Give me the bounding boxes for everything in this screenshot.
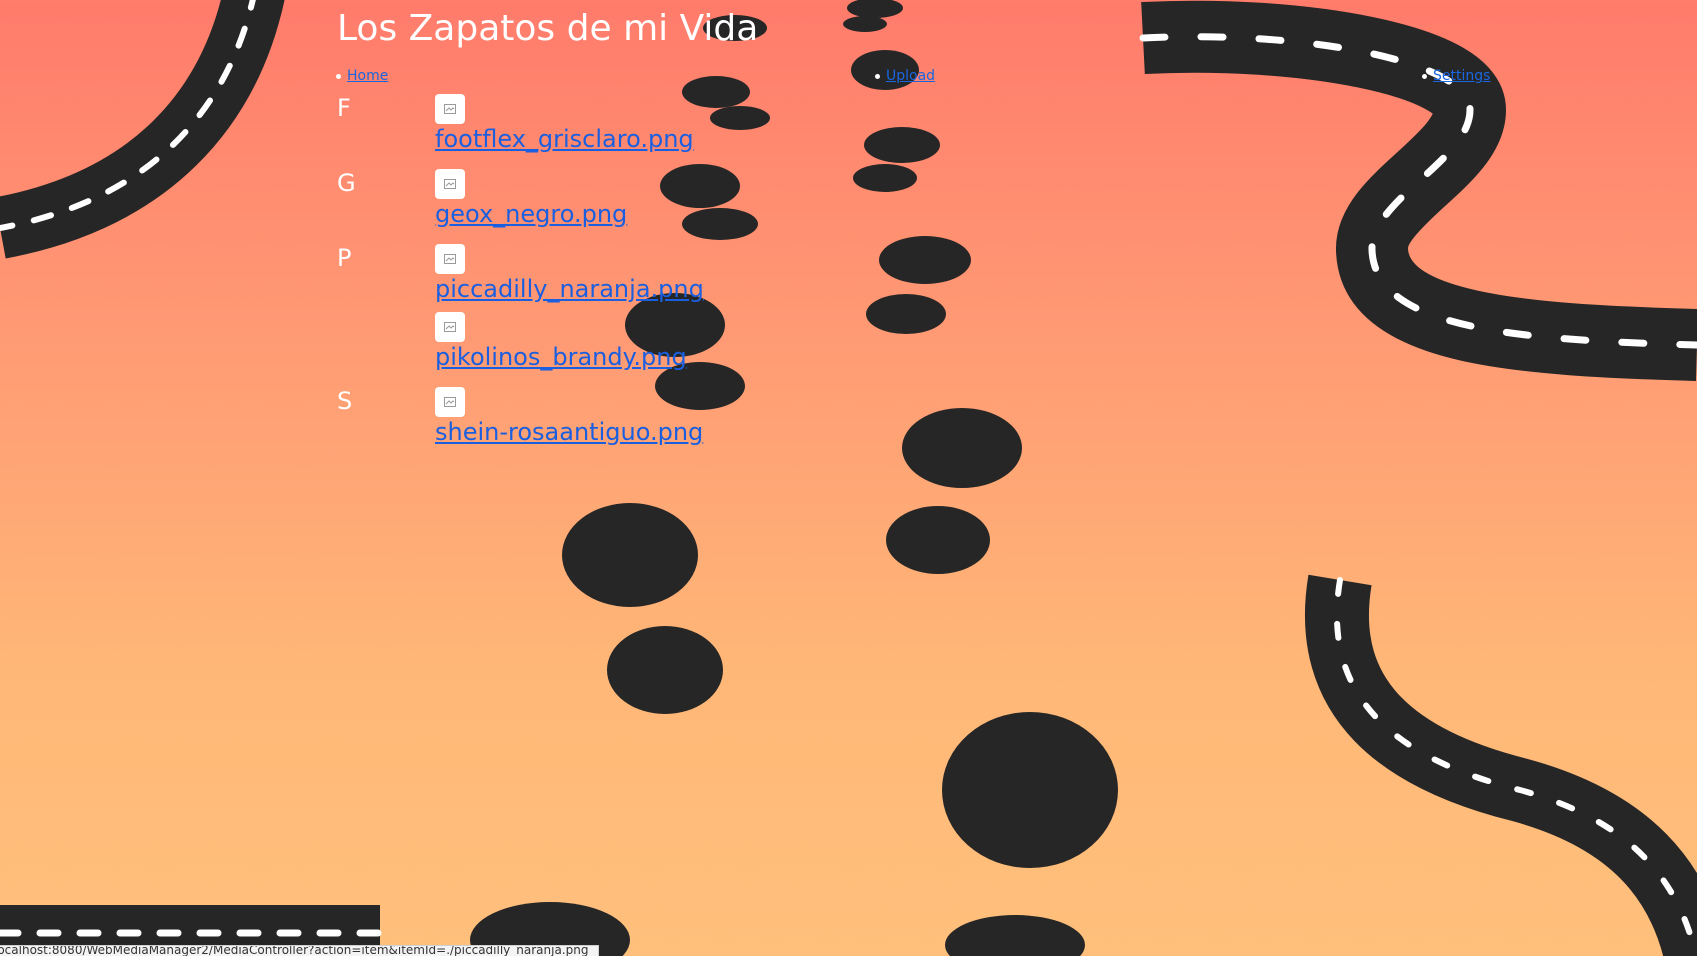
group-letter-s: S	[337, 387, 353, 415]
nav-upload-list: Upload	[875, 68, 935, 84]
nav-item-settings: Settings	[1422, 68, 1490, 84]
file-thumbnail[interactable]	[435, 387, 465, 417]
file-item: footflex_grisclaro.png	[435, 94, 694, 154]
file-link[interactable]: shein-rosaantiguo.png	[435, 417, 703, 447]
file-link[interactable]: footflex_grisclaro.png	[435, 124, 694, 154]
group-letter-f: F	[337, 94, 351, 122]
group-letter-g: G	[337, 169, 356, 197]
broken-image-icon	[444, 104, 456, 114]
upload-link[interactable]: Upload	[886, 68, 935, 84]
broken-image-icon	[444, 322, 456, 332]
browser-status-bar: localhost:8080/WebMediaManager2/MediaCon…	[0, 945, 600, 956]
nav-item-upload: Upload	[875, 68, 935, 84]
file-thumbnail[interactable]	[435, 244, 465, 274]
file-thumbnail[interactable]	[435, 312, 465, 342]
file-thumbnail[interactable]	[435, 169, 465, 199]
nav-settings-list: Settings	[1422, 68, 1490, 84]
file-thumbnail[interactable]	[435, 94, 465, 124]
file-link[interactable]: pikolinos_brandy.png	[435, 342, 687, 372]
file-item: pikolinos_brandy.png	[435, 312, 687, 372]
file-item: shein-rosaantiguo.png	[435, 387, 703, 447]
file-item: piccadilly_naranja.png	[435, 244, 704, 304]
group-letter-p: P	[337, 244, 352, 272]
home-link[interactable]: Home	[347, 68, 388, 84]
broken-image-icon	[444, 397, 456, 407]
nav-item-home: Home	[336, 68, 388, 84]
broken-image-icon	[444, 179, 456, 189]
file-link[interactable]: piccadilly_naranja.png	[435, 274, 704, 304]
settings-link[interactable]: Settings	[1433, 68, 1490, 84]
file-link[interactable]: geox_negro.png	[435, 199, 627, 229]
file-item: geox_negro.png	[435, 169, 627, 229]
status-url: localhost:8080/WebMediaManager2/MediaCon…	[0, 945, 589, 956]
page-content: Los Zapatos de mi Vida Home Upload Setti…	[0, 0, 1697, 956]
broken-image-icon	[444, 254, 456, 264]
nav-home-list: Home	[336, 68, 388, 84]
page-title: Los Zapatos de mi Vida	[337, 8, 759, 49]
